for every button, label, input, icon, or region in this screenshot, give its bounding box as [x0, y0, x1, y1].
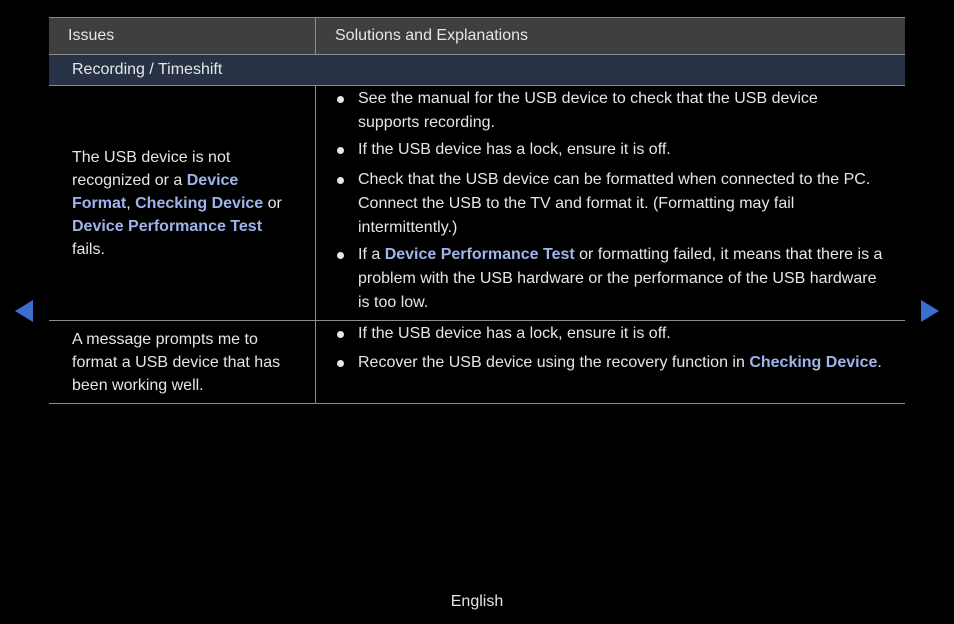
issue-link-device-performance-test: Device Performance Test [72, 217, 263, 235]
header-issues: Issues [49, 18, 316, 54]
issue-cell: The USB device is not recognized or a De… [49, 86, 316, 320]
solution-cell: If the USB device has a lock, ensure it … [316, 321, 905, 403]
solution-text: If a [358, 246, 385, 263]
issue-text: A message prompts me to format a USB dev… [72, 328, 297, 397]
section-title: Recording / Timeshift [49, 55, 905, 86]
issue-link-checking-device: Checking Device [135, 194, 264, 212]
issue-text-segment: , [126, 194, 136, 212]
solution-text: If the USB device has a lock, ensure it … [358, 141, 671, 158]
solution-text: Recover the USB device using the recover… [358, 354, 750, 371]
solution-text: See the manual for the USB device to che… [358, 90, 818, 131]
solution-text: . [877, 354, 882, 371]
table-row: A message prompts me to format a USB dev… [49, 321, 905, 404]
solution-bullet: If the USB device has a lock, ensure it … [335, 322, 883, 346]
table-row: The USB device is not recognized or a De… [49, 86, 905, 321]
solution-bullet: Check that the USB device can be formatt… [335, 168, 883, 240]
header-solutions: Solutions and Explanations [335, 27, 529, 44]
solution-bullet: If a Device Performance Test or formatti… [335, 243, 883, 315]
solution-link-device-performance-test: Device Performance Test [384, 246, 575, 263]
issue-text-segment: fails. [72, 240, 105, 258]
solution-bullet: If the USB device has a lock, ensure it … [335, 138, 883, 162]
issue-cell: A message prompts me to format a USB dev… [49, 321, 316, 403]
issue-text-segment: or [263, 194, 282, 212]
solution-bullet: See the manual for the USB device to che… [335, 87, 883, 135]
table-header: Issues Solutions and Explanations [49, 17, 905, 55]
issue-text: The USB device is not recognized or a De… [72, 146, 297, 261]
issue-text-segment: A message prompts me to format a USB dev… [72, 330, 281, 394]
solution-bullet: Recover the USB device using the recover… [335, 351, 883, 375]
troubleshooting-table: Issues Solutions and Explanations Record… [49, 17, 905, 404]
solution-text: If the USB device has a lock, ensure it … [358, 325, 671, 342]
solution-cell: See the manual for the USB device to che… [316, 86, 905, 320]
next-page-arrow-icon[interactable] [921, 300, 939, 322]
solution-link-checking-device: Checking Device [749, 354, 878, 371]
solution-text: Check that the USB device can be formatt… [358, 171, 871, 236]
previous-page-arrow-icon[interactable] [15, 300, 33, 322]
language-label: English [450, 593, 504, 610]
